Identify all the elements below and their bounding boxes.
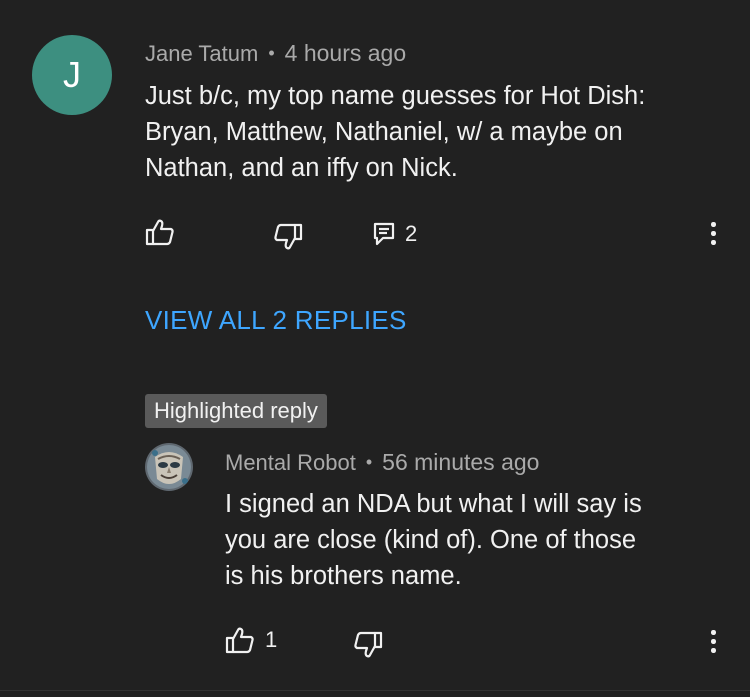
- reply-text-line: I signed an NDA but what I will say is: [225, 490, 642, 518]
- comment-text: Just b/c, my top name guesses for Hot Di…: [145, 78, 645, 186]
- reply-text-line: is his brothers name.: [225, 562, 462, 590]
- reply-text-line: you are close (kind of). One of those: [225, 526, 637, 554]
- highlighted-reply-badge: Highlighted reply: [145, 394, 327, 428]
- view-replies-link[interactable]: VIEW ALL 2 REPLIES: [145, 305, 407, 336]
- reply-comment-icon: [373, 222, 395, 246]
- comment-time[interactable]: 4 hours ago: [285, 40, 406, 67]
- reply-more-button[interactable]: [711, 630, 717, 657]
- comment-text-line: Just b/c, my top name guesses for Hot Di…: [145, 82, 646, 110]
- reply-author[interactable]: Mental Robot: [225, 450, 356, 476]
- thumbs-down-icon: [354, 631, 383, 658]
- reply-meta: Mental Robot • 56 minutes ago: [225, 449, 539, 476]
- reply-button[interactable]: 2: [373, 221, 417, 247]
- comment-meta: Jane Tatum • 4 hours ago: [145, 40, 406, 67]
- reply-like-count: 1: [265, 627, 278, 652]
- reply-text: I signed an NDA but what I will say is y…: [225, 486, 642, 594]
- thumbs-down-icon: [274, 223, 303, 250]
- comment-text-line: Nathan, and an iffy on Nick.: [145, 154, 458, 182]
- meta-separator: •: [268, 43, 275, 63]
- comment-text-line: Bryan, Matthew, Nathaniel, w/ a maybe on: [145, 118, 623, 146]
- reply-count: 2: [405, 221, 418, 246]
- reply-author-avatar[interactable]: [145, 443, 193, 491]
- like-button[interactable]: [145, 218, 175, 246]
- robot-mask-avatar-icon: [145, 443, 193, 491]
- reply-dislike-button[interactable]: [353, 631, 383, 659]
- divider: [0, 690, 750, 691]
- reply-like-button[interactable]: 1: [225, 626, 277, 654]
- avatar-letter: J: [63, 54, 81, 95]
- reply-time[interactable]: 56 minutes ago: [382, 449, 539, 476]
- comment-more-button[interactable]: [711, 222, 717, 249]
- meta-separator: •: [365, 452, 373, 472]
- dislike-button[interactable]: [273, 223, 303, 251]
- thumbs-up-icon: [145, 219, 174, 246]
- more-vert-icon: [711, 222, 717, 245]
- comment-author[interactable]: Jane Tatum: [145, 41, 258, 67]
- author-avatar[interactable]: J: [32, 35, 112, 115]
- thumbs-up-icon: [225, 627, 254, 654]
- more-vert-icon: [711, 630, 717, 653]
